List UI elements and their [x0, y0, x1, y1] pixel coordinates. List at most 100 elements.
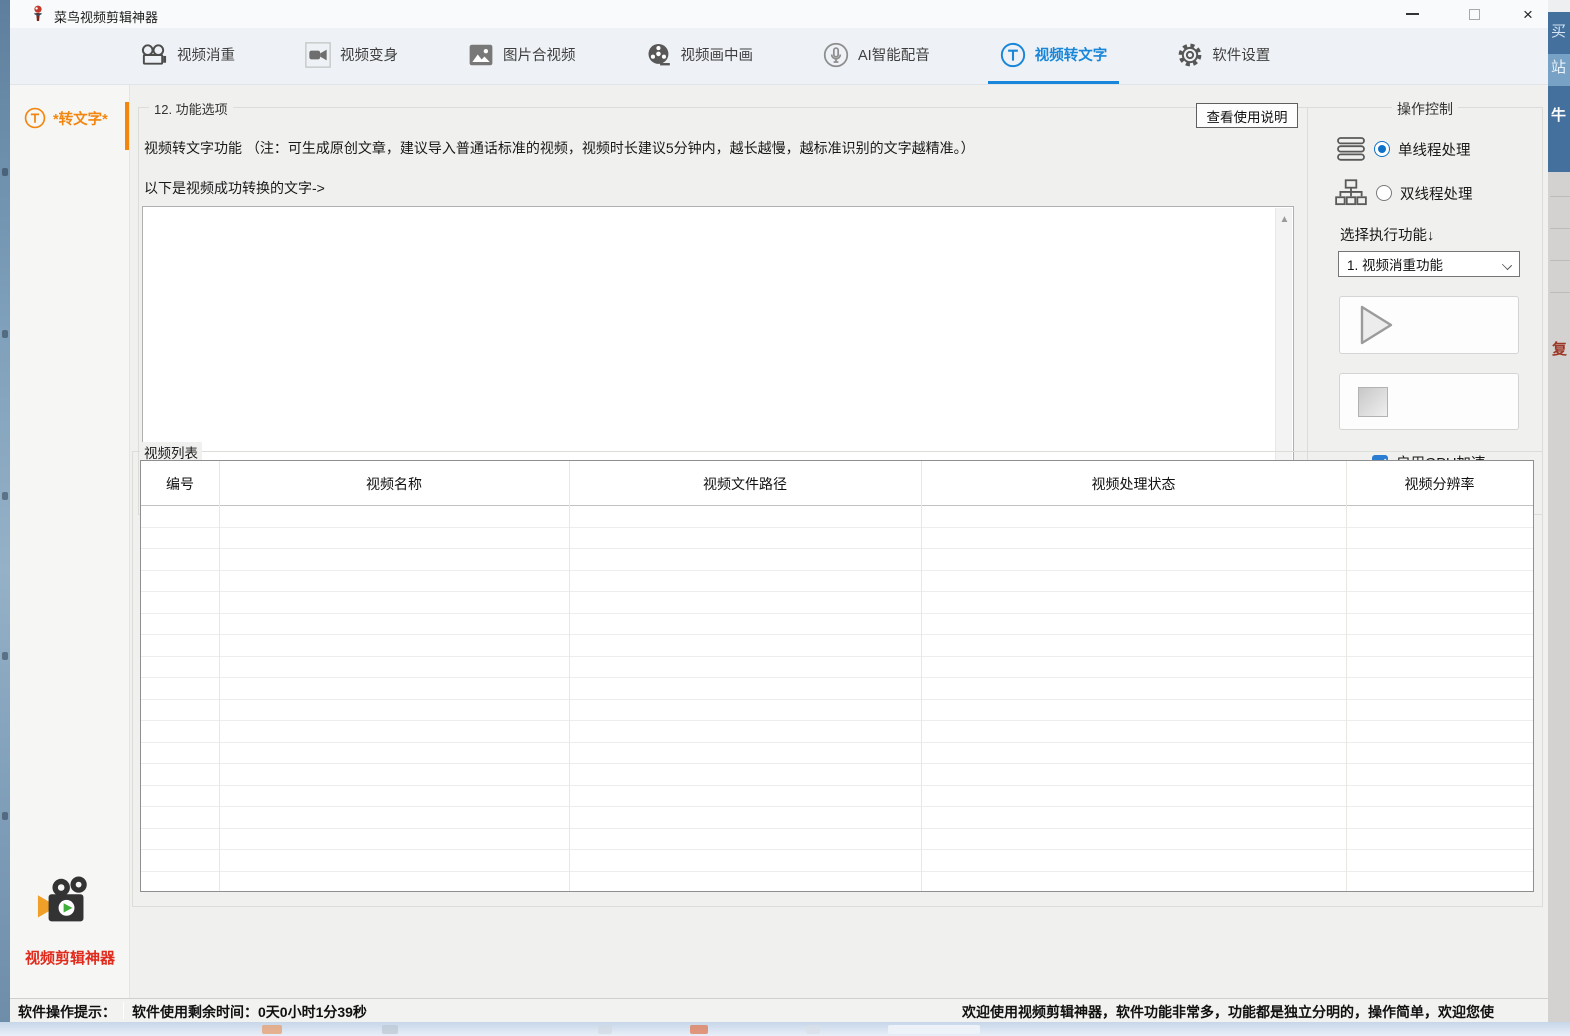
microphone-icon	[823, 42, 849, 68]
table-row	[141, 549, 1533, 571]
column-header[interactable]: 编号	[141, 461, 219, 506]
table-row	[141, 700, 1533, 722]
desktop-left-edge	[0, 0, 10, 1036]
app-logo-icon	[30, 5, 46, 22]
table-row	[141, 614, 1533, 636]
function-select[interactable]: 1. 视频消重功能	[1338, 251, 1520, 277]
active-indicator-bar	[125, 102, 129, 150]
edge-line	[1550, 260, 1570, 261]
tab-视频画中画[interactable]: 视频画中画	[634, 28, 766, 84]
tab-AI智能配音[interactable]: AI智能配音	[811, 28, 942, 84]
table-row	[141, 592, 1533, 614]
single-thread-label: 单线程处理	[1398, 139, 1471, 160]
feature-description: 视频转文字功能 （注：可生成原创文章，建议导入普通话标准的视频，视频时长建议5分…	[144, 138, 975, 158]
tab-视频消重[interactable]: 视频消重	[128, 28, 247, 84]
double-thread-radio[interactable]	[1376, 185, 1392, 201]
sidebar-item-label: *转文字*	[53, 108, 108, 129]
table-row	[141, 850, 1533, 872]
video-camera-icon	[305, 42, 331, 68]
table-row	[141, 786, 1533, 808]
transcript-textarea[interactable]: ▲ ▼	[142, 206, 1294, 491]
column-separator	[921, 461, 922, 891]
stop-button[interactable]	[1339, 373, 1519, 430]
function-select-label: 选择执行功能↓	[1340, 224, 1434, 245]
table-row	[141, 635, 1533, 657]
close-icon: ×	[1523, 6, 1533, 23]
taskbar-blob	[690, 1025, 708, 1034]
table-row	[141, 743, 1533, 765]
scroll-up-icon[interactable]: ▲	[1276, 212, 1293, 228]
taskbar-blob	[598, 1025, 612, 1034]
close-button[interactable]: ×	[1506, 0, 1550, 28]
tab-视频转文字[interactable]: 视频转文字	[988, 28, 1120, 84]
scrollbar[interactable]: ▲ ▼	[1275, 208, 1292, 491]
stop-icon	[1358, 387, 1388, 417]
single-thread-option[interactable]: 单线程处理	[1336, 135, 1471, 163]
column-header[interactable]: 视频文件路径	[569, 461, 921, 506]
desktop-icon-fragment	[2, 652, 8, 660]
table-row	[141, 872, 1533, 893]
taskbar-blob	[888, 1025, 980, 1034]
double-thread-icon	[1334, 178, 1368, 208]
tab-视频变身[interactable]: 视频变身	[293, 28, 410, 84]
single-thread-radio[interactable]	[1374, 141, 1390, 157]
tab-bar: 视频消重 视频变身 图片合视频 视频画中画 AI智能配音视频转文字 软件设置	[10, 28, 1548, 85]
tab-label: 视频画中画	[681, 44, 754, 65]
movie-camera-logo-icon	[36, 875, 98, 931]
sidebar: *转文字* 视频剪辑神器	[10, 85, 130, 998]
status-remaining-time: 软件使用剩余时间：0天0小时1分39秒	[132, 1002, 367, 1022]
maximize-icon	[1469, 9, 1480, 20]
video-table: 编号视频名称视频文件路径视频处理状态视频分辨率	[140, 460, 1534, 892]
film-reel-icon	[646, 42, 672, 68]
tab-label: 图片合视频	[503, 44, 576, 65]
tab-软件设置[interactable]: 软件设置	[1165, 28, 1282, 84]
clipped-text: 牛	[1551, 108, 1566, 123]
column-header[interactable]: 视频处理状态	[921, 461, 1346, 506]
start-button[interactable]	[1339, 296, 1519, 354]
logo-label: 视频剪辑神器	[10, 947, 130, 968]
desktop-icon-fragment	[2, 168, 8, 176]
minimize-icon	[1406, 13, 1419, 15]
table-body	[141, 506, 1533, 892]
table-row	[141, 657, 1533, 679]
view-instructions-button[interactable]: 查看使用说明	[1196, 103, 1298, 128]
function-select-value: 1. 视频消重功能	[1347, 254, 1443, 274]
background-window-top	[1548, 0, 1570, 12]
sidebar-item-transcribe[interactable]: *转文字*	[24, 107, 108, 129]
chevron-down-icon	[1502, 260, 1512, 270]
table-row	[141, 678, 1533, 700]
background-window-edge: 买 站 牛 复	[1548, 0, 1570, 1036]
desktop-icon-fragment	[2, 812, 8, 820]
letter-t-icon	[24, 107, 46, 129]
table-row	[141, 528, 1533, 550]
app-window: 菜鸟视频剪辑神器 × 视频消重视频变身图片合视频视频画中画AI智能配音视频转文字…	[10, 0, 1548, 1022]
clipped-text: 复	[1552, 338, 1567, 359]
desktop-icon-fragment	[2, 330, 8, 338]
double-thread-option[interactable]: 双线程处理	[1334, 178, 1473, 208]
status-welcome-text: 欢迎使用视频剪辑神器，软件功能非常多，功能都是独立分明的，操作简单，欢迎您使	[962, 1002, 1548, 1022]
tab-label: 软件设置	[1212, 44, 1270, 65]
column-separator	[219, 461, 220, 891]
window-title: 菜鸟视频剪辑神器	[54, 7, 158, 26]
status-bar: 软件操作提示： 软件使用剩余时间：0天0小时1分39秒 欢迎使用视频剪辑神器，软…	[10, 998, 1548, 1022]
table-row	[141, 721, 1533, 743]
gear-icon	[1177, 42, 1203, 68]
column-header[interactable]: 视频名称	[219, 461, 569, 506]
column-header[interactable]: 视频分辨率	[1346, 461, 1533, 506]
background-window-blue-band: 买 站 牛	[1548, 12, 1570, 172]
image-icon	[468, 43, 494, 67]
column-separator	[569, 461, 570, 891]
edge-line	[1550, 196, 1570, 197]
tab-label: 视频变身	[340, 44, 398, 65]
taskbar	[0, 1022, 1570, 1036]
letter-t-icon	[1000, 42, 1026, 68]
table-row	[141, 829, 1533, 851]
table-header-row: 编号视频名称视频文件路径视频处理状态视频分辨率	[141, 461, 1533, 506]
tab-图片合视频[interactable]: 图片合视频	[456, 28, 588, 84]
tab-label: 视频消重	[177, 44, 235, 65]
maximize-button[interactable]	[1452, 0, 1496, 28]
table-row	[141, 506, 1533, 528]
taskbar-blob	[806, 1025, 820, 1034]
minimize-button[interactable]	[1390, 0, 1434, 28]
video-list-title: 视频列表	[140, 442, 202, 462]
